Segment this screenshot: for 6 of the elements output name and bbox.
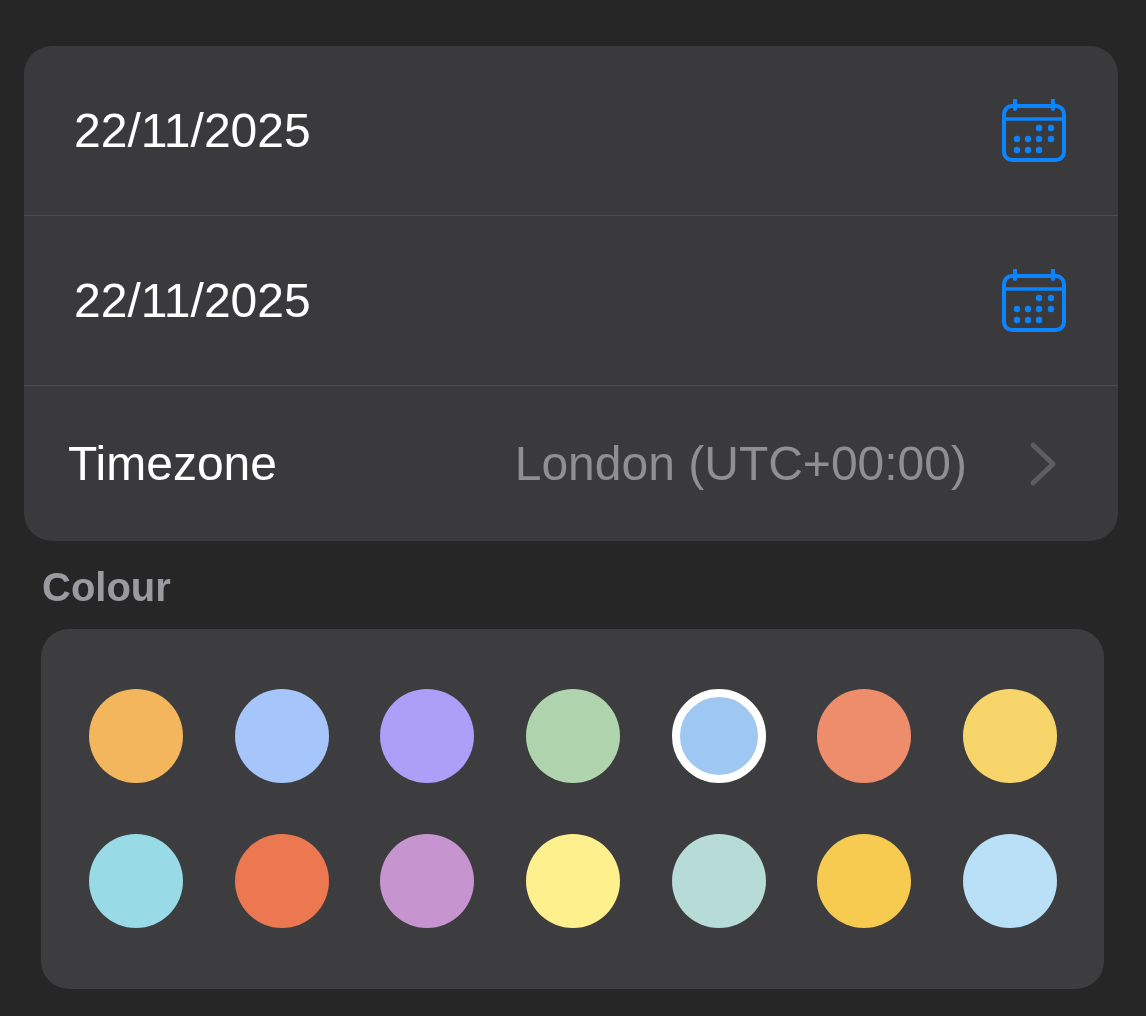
calendar-icon[interactable] [1002,98,1066,163]
date-field[interactable]: 22/11/2025 [74,100,1002,161]
section-label: Colour [42,564,171,611]
date-field[interactable]: 22/11/2025 [74,270,1002,331]
calendar-icon[interactable] [1002,268,1066,333]
timezone-label: Timezone [68,436,277,491]
